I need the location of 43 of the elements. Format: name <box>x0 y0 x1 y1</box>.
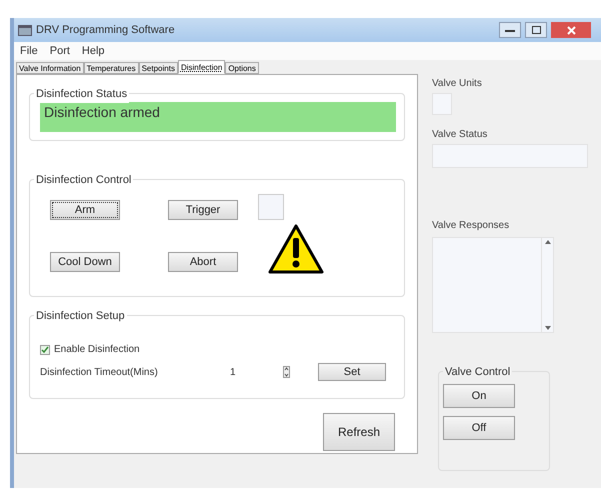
menu-item[interactable]: Port <box>50 42 70 60</box>
status-message: Disinfection armed <box>40 102 396 132</box>
checkbox-label: Enable Disinfection <box>54 343 140 357</box>
tab[interactable]: Valve Information <box>16 62 84 74</box>
group-title: Disinfection Setup <box>34 308 127 324</box>
spinner-arrows-icon <box>283 366 290 378</box>
tab[interactable]: Setpoints <box>138 62 178 74</box>
window-title: DRV Programming Software <box>36 22 176 38</box>
command-button[interactable]: On <box>443 384 515 408</box>
command-button[interactable]: Cool Down <box>50 252 120 272</box>
down-arrow-icon <box>544 326 550 330</box>
close-icon <box>566 26 576 34</box>
close-button[interactable] <box>551 22 591 38</box>
command-button[interactable]: Refresh <box>323 413 395 451</box>
timeout-label: Disinfection Timeout(Mins) <box>40 366 159 380</box>
command-button[interactable]: Arm <box>50 200 120 220</box>
timeout-value: 1 <box>230 366 236 380</box>
maximize-button[interactable] <box>525 22 547 38</box>
command-button[interactable]: Trigger <box>168 200 238 220</box>
minimize-icon <box>505 28 515 32</box>
command-button[interactable]: Off <box>443 416 515 440</box>
group-title: Disinfection Status <box>34 86 130 102</box>
field-label: Valve Units <box>432 77 483 91</box>
checkbox[interactable] <box>40 344 50 354</box>
valve-status-field[interactable] <box>432 144 588 168</box>
tab[interactable]: Options <box>225 62 259 74</box>
menu-item[interactable]: File <box>20 42 38 60</box>
tab[interactable]: Temperatures <box>84 62 139 74</box>
timeout-spinner[interactable]: 1 <box>230 364 290 380</box>
scrollbar[interactable] <box>541 238 553 332</box>
command-button[interactable]: Set <box>318 363 386 381</box>
maximize-icon <box>532 26 540 34</box>
valve-units-field[interactable] <box>432 93 452 115</box>
menu-item[interactable]: Help <box>82 42 105 60</box>
field-label: Valve Status <box>432 128 488 142</box>
app-icon <box>18 24 32 36</box>
tab[interactable]: Disinfection <box>178 60 226 74</box>
check-icon <box>41 346 49 354</box>
up-arrow-icon <box>544 240 550 244</box>
minimize-button[interactable] <box>499 22 521 38</box>
field-label: Valve Responses <box>432 219 510 233</box>
command-button[interactable]: Abort <box>168 252 238 272</box>
indicator-field <box>258 194 284 220</box>
